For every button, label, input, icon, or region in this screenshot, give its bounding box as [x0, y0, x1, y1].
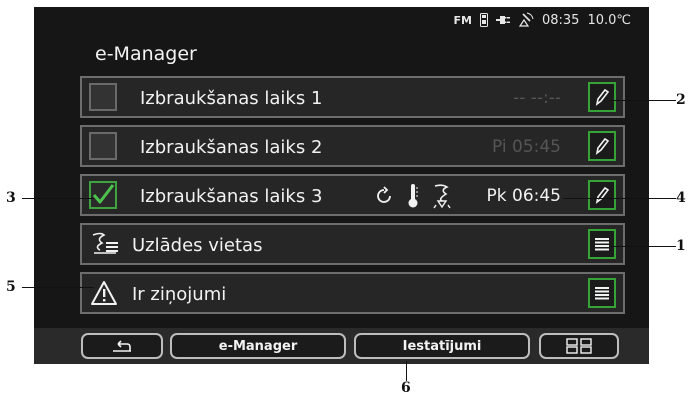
callout-6: 6: [401, 380, 411, 396]
callout-1: 1: [676, 238, 686, 254]
messages-label: Ir ziņojumi: [132, 284, 227, 305]
device-screen: FM 08:35 10.0℃ e-Manager Izbraukšanas la…: [34, 7, 649, 364]
list-icon: [595, 287, 609, 300]
bottom-toolbar: e-Manager Iestatījumi: [34, 328, 649, 364]
messages-list-button[interactable]: [588, 278, 616, 308]
callout-line-1: [611, 246, 676, 247]
list-icon: [595, 238, 609, 251]
page-title: e-Manager: [95, 43, 197, 65]
departure-2-label: Izbraukšanas laiks 2: [140, 137, 323, 158]
status-bar: FM 08:35 10.0℃: [454, 10, 631, 30]
edit-departure-2-button[interactable]: [588, 131, 616, 161]
temperature: 10.0℃: [587, 12, 631, 28]
callout-line-2: [611, 100, 676, 101]
pencil-icon: [595, 88, 610, 106]
grid-menu-icon: [566, 338, 592, 354]
charging-stations-list-icon: [92, 232, 118, 254]
pencil-icon: [595, 137, 610, 155]
menu-button[interactable]: [539, 333, 619, 359]
fm-indicator: FM: [453, 13, 472, 27]
charging-stations-list-button[interactable]: [588, 229, 616, 259]
back-button[interactable]: [81, 333, 163, 359]
pencil-icon: [595, 186, 610, 204]
back-arrow-icon: [113, 340, 131, 352]
callout-line-3: [22, 198, 94, 199]
callout-3: 3: [6, 190, 16, 206]
clock: 08:35: [541, 12, 580, 28]
settings-button[interactable]: Iestatījumi: [354, 333, 530, 359]
edit-departure-3-button[interactable]: [588, 180, 616, 210]
callout-5: 5: [6, 279, 16, 295]
departure-2-time: Pi 05:45: [492, 137, 561, 157]
charging-stations-label: Uzlādes vietas: [132, 235, 263, 256]
departure-3-time: Pk 06:45: [486, 186, 562, 206]
e-manager-button[interactable]: e-Manager: [170, 333, 346, 359]
phone-icon: [479, 13, 488, 27]
battery-plug-icon: [495, 16, 510, 24]
departure-time-2-row[interactable]: Izbraukšanas laiks 2 Pi 05:45: [80, 125, 625, 167]
repeat-icon: [377, 186, 391, 203]
callout-line-4: [563, 198, 676, 199]
departure-time-3-row[interactable]: Izbraukšanas laiks 3 Pk 06:45: [80, 174, 625, 216]
thermometer-icon: [408, 184, 418, 208]
departure-1-checkbox[interactable]: [89, 83, 117, 111]
charging-plug-icon: [433, 184, 451, 209]
warning-icon: [91, 281, 117, 305]
callout-line-6: [406, 361, 407, 381]
departure-2-checkbox[interactable]: [89, 132, 117, 160]
departure-1-time: -- --:--: [513, 88, 561, 108]
gps-antenna-icon: [518, 12, 534, 27]
charging-stations-row[interactable]: Uzlādes vietas: [80, 223, 625, 265]
callout-4: 4: [676, 190, 686, 206]
departure-3-label: Izbraukšanas laiks 3: [140, 186, 323, 207]
callout-line-5: [22, 287, 94, 288]
departure-time-1-row[interactable]: Izbraukšanas laiks 1 -- --:--: [80, 76, 625, 118]
departure-1-label: Izbraukšanas laiks 1: [140, 88, 323, 109]
departure-3-checkbox[interactable]: [89, 181, 117, 209]
messages-row[interactable]: Ir ziņojumi: [80, 272, 625, 314]
callout-2: 2: [676, 92, 686, 108]
checkmark-icon: [92, 184, 115, 204]
edit-departure-1-button[interactable]: [588, 82, 616, 112]
